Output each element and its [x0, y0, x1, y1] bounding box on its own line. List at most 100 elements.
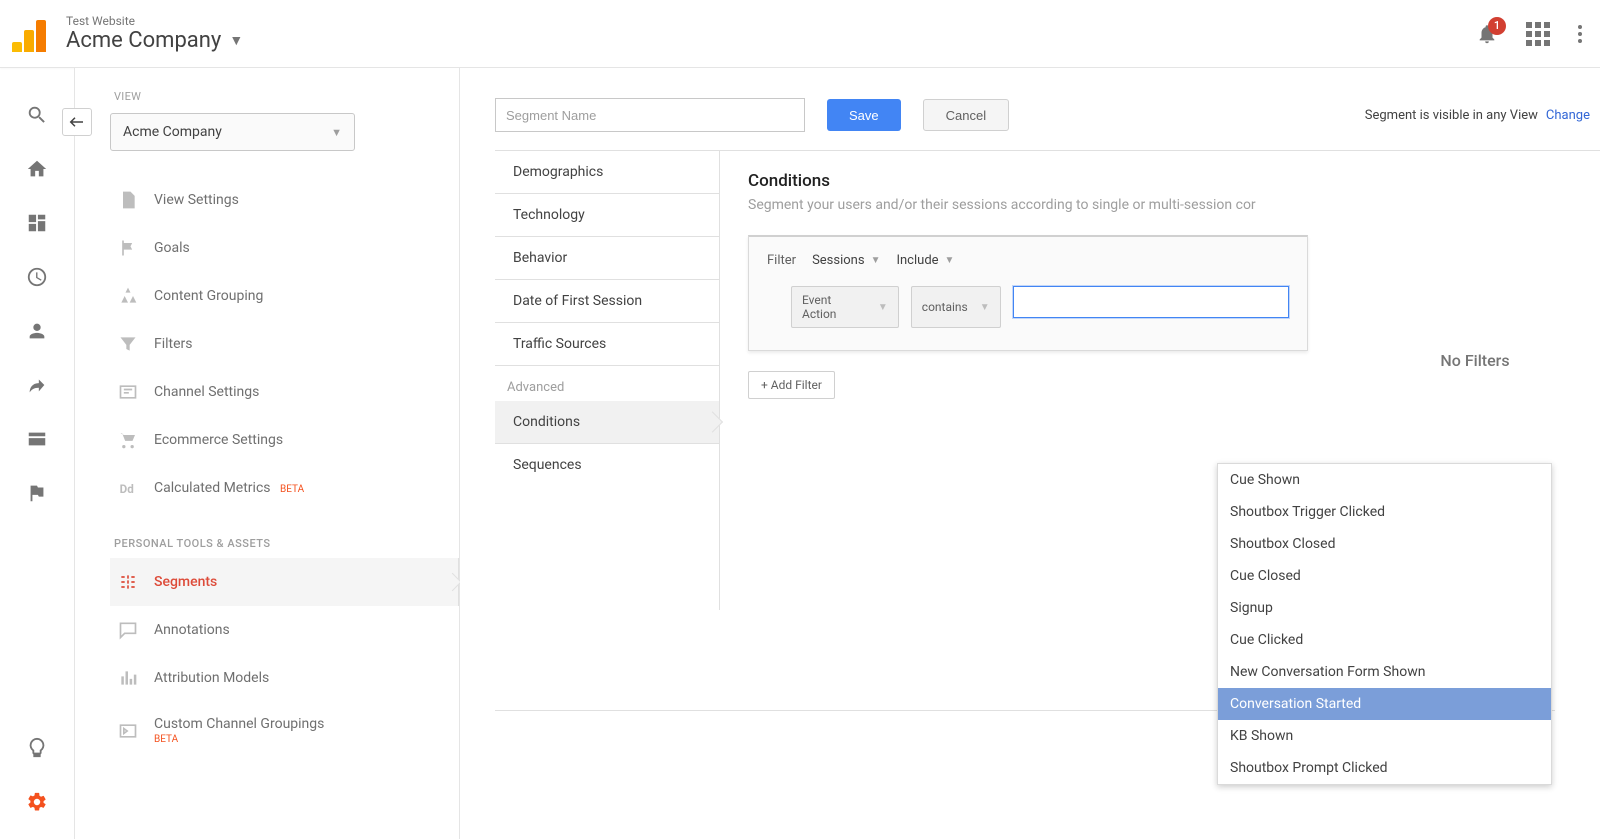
search-icon	[26, 104, 48, 126]
cat-technology[interactable]: Technology	[495, 194, 719, 237]
home-icon	[26, 158, 48, 180]
kebab-icon	[1578, 25, 1582, 43]
caret-down-icon: ▼	[229, 32, 243, 49]
funnel-icon	[118, 334, 140, 354]
sidebar-item-calculated-metrics[interactable]: Dd Calculated Metrics BETA	[110, 464, 459, 512]
conditions-title: Conditions	[748, 171, 1350, 191]
autocomplete-item[interactable]: New Conversation Form Shown	[1218, 656, 1551, 688]
filter-card: Filter Sessions ▼ Include ▼ Event Action	[748, 235, 1308, 351]
sidebar-item-channel-settings[interactable]: Channel Settings	[110, 368, 459, 416]
sidebar-item-annotations[interactable]: Annotations	[110, 606, 459, 654]
filter-scope-dropdown[interactable]: Sessions ▼	[812, 253, 880, 268]
autocomplete-menu: Cue ShownShoutbox Trigger ClickedShoutbo…	[1217, 463, 1552, 785]
autocomplete-item[interactable]: Conversation Started	[1218, 688, 1551, 720]
flag-icon	[118, 238, 140, 258]
filter-label: Filter	[767, 253, 796, 268]
caret-down-icon: ▼	[878, 302, 888, 313]
back-button[interactable]	[62, 108, 92, 136]
cart-icon	[118, 430, 140, 450]
sidebar-item-view-settings[interactable]: View Settings	[110, 176, 459, 224]
svg-text:Dd: Dd	[120, 482, 134, 496]
file-icon	[118, 190, 140, 210]
account-switcher[interactable]: Test Website Acme Company ▼	[66, 14, 1476, 53]
annotation-icon	[118, 620, 140, 640]
card-icon	[26, 428, 48, 450]
autocomplete-item[interactable]: KB Shown	[1218, 720, 1551, 752]
filter-mode-dropdown[interactable]: Include ▼	[896, 253, 954, 268]
person-icon	[26, 320, 48, 342]
cat-conditions[interactable]: Conditions	[495, 401, 719, 444]
segment-builder: Demographics Technology Behavior Date of…	[495, 150, 1600, 610]
rail-behavior[interactable]	[0, 412, 74, 466]
conditions-panel: Conditions Segment your users and/or the…	[720, 151, 1350, 610]
sidebar-item-segments[interactable]: Segments	[110, 558, 459, 606]
change-visibility-link[interactable]: Change	[1546, 108, 1590, 123]
segments-icon	[118, 572, 140, 592]
channel-icon	[118, 382, 140, 402]
filter-value-input[interactable]	[1013, 286, 1289, 318]
autocomplete-item[interactable]: Signup	[1218, 592, 1551, 624]
sidebar-item-filters[interactable]: Filters	[110, 320, 459, 368]
view-selector-value: Acme Company	[123, 124, 222, 140]
cat-behavior[interactable]: Behavior	[495, 237, 719, 280]
dimension-dropdown[interactable]: Event Action ▼	[791, 286, 899, 328]
gear-icon	[26, 791, 48, 813]
notification-badge: 1	[1488, 17, 1506, 35]
operator-dropdown[interactable]: contains ▼	[911, 286, 1001, 328]
share-icon	[26, 374, 48, 396]
rail-acquisition[interactable]	[0, 358, 74, 412]
autocomplete-item[interactable]: Cue Shown	[1218, 464, 1551, 496]
view-selector[interactable]: Acme Company ▼	[110, 113, 355, 151]
add-filter-button[interactable]: + Add Filter	[748, 371, 835, 399]
sidebar-item-goals[interactable]: Goals	[110, 224, 459, 272]
cat-traffic-sources[interactable]: Traffic Sources	[495, 323, 719, 366]
grouping-icon	[118, 286, 140, 306]
clock-icon	[26, 266, 48, 288]
content-area: Save Cancel Segment is visible in any Vi…	[460, 68, 1600, 839]
segment-name-input[interactable]	[495, 98, 805, 132]
autocomplete-item[interactable]: Cue Closed	[1218, 560, 1551, 592]
lightbulb-icon	[26, 737, 48, 759]
autocomplete-item[interactable]: Shoutbox Trigger Clicked	[1218, 496, 1551, 528]
main-layout: VIEW Acme Company ▼ View Settings Goals …	[0, 68, 1600, 839]
sidebar-section-personal: PERSONAL TOOLS & ASSETS	[110, 512, 459, 558]
account-name: Acme Company	[66, 28, 221, 53]
rail-admin[interactable]	[0, 775, 74, 829]
top-bar: Test Website Acme Company ▼ 1	[0, 0, 1600, 68]
more-menu-button[interactable]	[1578, 25, 1582, 43]
caret-down-icon: ▼	[331, 126, 342, 139]
segment-visibility-text: Segment is visible in any View	[1365, 108, 1538, 123]
rail-home[interactable]	[0, 142, 74, 196]
category-panel: Demographics Technology Behavior Date of…	[495, 151, 720, 610]
cat-sequences[interactable]: Sequences	[495, 444, 719, 486]
autocomplete-item[interactable]: Cue Clicked	[1218, 624, 1551, 656]
sidebar-item-custom-channel-groupings[interactable]: Custom Channel Groupings BETA	[110, 702, 459, 759]
cancel-button[interactable]: Cancel	[923, 99, 1009, 131]
flag-icon	[26, 482, 48, 504]
autocomplete-item[interactable]: Shoutbox Prompt Clicked	[1218, 752, 1551, 784]
admin-sidebar: VIEW Acme Company ▼ View Settings Goals …	[75, 68, 460, 839]
apps-button[interactable]	[1526, 22, 1550, 46]
rail-customization[interactable]	[0, 196, 74, 250]
rail-realtime[interactable]	[0, 250, 74, 304]
bars-icon	[118, 668, 140, 688]
dashboard-icon	[26, 212, 48, 234]
nav-rail	[0, 68, 75, 839]
sidebar-item-ecommerce-settings[interactable]: Ecommerce Settings	[110, 416, 459, 464]
rail-discover[interactable]	[0, 721, 74, 775]
sidebar-item-attribution-models[interactable]: Attribution Models	[110, 654, 459, 702]
cat-date-first-session[interactable]: Date of First Session	[495, 280, 719, 323]
rail-conversions[interactable]	[0, 466, 74, 520]
back-arrow-icon	[68, 115, 86, 129]
notifications-button[interactable]: 1	[1476, 23, 1498, 45]
cat-demographics[interactable]: Demographics	[495, 151, 719, 194]
caret-down-icon: ▼	[980, 302, 990, 313]
autocomplete-item[interactable]: Shoutbox Closed	[1218, 528, 1551, 560]
property-name: Test Website	[66, 14, 1476, 28]
sidebar-item-content-grouping[interactable]: Content Grouping	[110, 272, 459, 320]
rail-audience[interactable]	[0, 304, 74, 358]
save-button[interactable]: Save	[827, 99, 901, 131]
cat-group-advanced: Advanced	[495, 366, 719, 401]
ga-logo	[12, 16, 48, 52]
caret-down-icon: ▼	[945, 255, 955, 266]
